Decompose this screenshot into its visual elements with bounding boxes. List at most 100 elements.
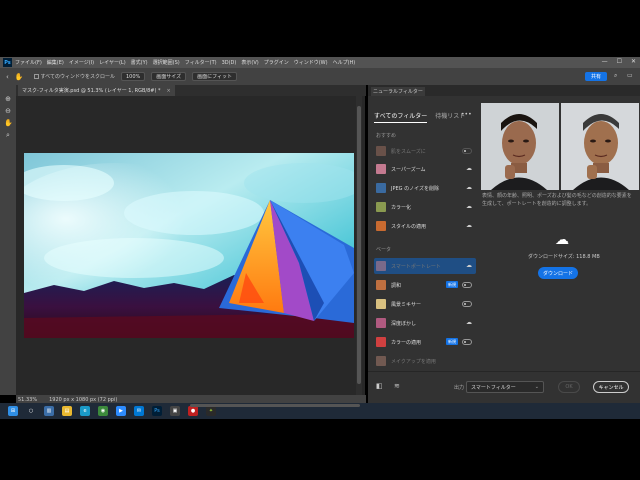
- cloud-download-icon[interactable]: ☁: [466, 184, 472, 191]
- filter-detail-pane: 表情、顔の年齢、照明、ポーズおよび髪の毛などの創造的な要素を生成して、ポートレー…: [478, 96, 640, 381]
- menu-type[interactable]: 書式(Y): [131, 59, 148, 66]
- filter-row-color-transfer[interactable]: カラーの適用 新規: [374, 334, 476, 350]
- tools-panel: ⊕ ⊖ ✋ ⌕: [0, 85, 16, 395]
- filter-label: 肌をスムーズに: [391, 148, 426, 155]
- menu-window[interactable]: ウィンドウ(W): [294, 59, 328, 66]
- filter-toggle[interactable]: [462, 282, 472, 288]
- windows-start-icon[interactable]: ⊞: [8, 406, 18, 416]
- mail-icon[interactable]: ✉: [134, 406, 144, 416]
- tab-all-filters[interactable]: すべてのフィルター: [374, 111, 428, 123]
- minimize-icon[interactable]: —: [602, 58, 608, 65]
- filter-row-style-transfer[interactable]: スタイルの適用 ☁: [374, 218, 476, 234]
- app-icon[interactable]: ✦: [206, 406, 216, 416]
- filter-row-harmonization[interactable]: 調和 新規: [374, 277, 476, 293]
- zoom-in-icon[interactable]: ⊕: [4, 95, 12, 103]
- menu-3d[interactable]: 3D(D): [222, 60, 237, 66]
- search-icon[interactable]: ⌕: [614, 72, 617, 80]
- fit-screen-button[interactable]: 画面サイズ: [151, 72, 187, 81]
- filter-label: スーパーズーム: [391, 166, 426, 173]
- output-select[interactable]: スマートフィルター ⌄: [466, 381, 544, 393]
- menu-image[interactable]: イメージ(I): [69, 59, 94, 66]
- filter-thumbnail: [376, 221, 386, 231]
- layers-icon[interactable]: ≋: [394, 382, 400, 390]
- cloud-download-icon[interactable]: ☁: [466, 203, 472, 210]
- recorder-icon[interactable]: ●: [188, 406, 198, 416]
- zoom-app-icon[interactable]: ▶: [116, 406, 126, 416]
- home-chevron-icon[interactable]: ‹: [6, 73, 9, 81]
- document-tab-bar: マスク-フィルタ実演.psd @ 51.3% (レイヤー 1, RGB/8#) …: [16, 85, 366, 96]
- filter-toggle[interactable]: [462, 148, 472, 154]
- filter-row-makeup-transfer[interactable]: メイクアップを適用: [374, 353, 476, 369]
- scroll-all-windows-label: すべてのウィンドウをスクロール: [40, 74, 115, 80]
- filter-thumbnail: [376, 202, 386, 212]
- task-view-icon[interactable]: ▥: [44, 406, 54, 416]
- filter-thumbnail: [376, 337, 386, 347]
- filter-label: カラーの適用: [391, 339, 422, 346]
- cloud-download-icon[interactable]: ☁: [466, 262, 472, 269]
- workspace-icon[interactable]: ▭: [627, 72, 633, 79]
- chrome-browser-icon[interactable]: ◉: [98, 406, 108, 416]
- app-icon[interactable]: ▣: [170, 406, 180, 416]
- filter-row-jpeg-artifacts[interactable]: JPEG のノイズを削除 ☁: [374, 180, 476, 196]
- cloud-download-icon[interactable]: ☁: [466, 165, 472, 172]
- document-image[interactable]: [24, 153, 354, 338]
- filter-row-super-zoom[interactable]: スーパーズーム ☁: [374, 161, 476, 177]
- windows-taskbar: ⊞ ○ ▥ ▤ e ◉ ▶ ✉ Ps ▣ ● ✦: [0, 403, 640, 419]
- filter-row-colorize[interactable]: カラー化 ☁: [374, 199, 476, 215]
- cloud-download-icon[interactable]: ☁: [466, 319, 472, 326]
- filter-row-landscape-mixer[interactable]: 風景ミキサー: [374, 296, 476, 312]
- menu-select[interactable]: 選択範囲(S): [153, 59, 180, 66]
- zoom-100-button[interactable]: 100%: [120, 72, 146, 81]
- portrait-before: [481, 103, 559, 190]
- cancel-button[interactable]: キャンセル: [593, 381, 629, 393]
- tent-landscape-image: [24, 153, 354, 338]
- show-preview-icon[interactable]: ◧: [376, 382, 383, 390]
- fill-screen-button[interactable]: 画面にフィット: [192, 72, 238, 81]
- menu-edit[interactable]: 編集(E): [47, 59, 64, 66]
- edge-browser-icon[interactable]: e: [80, 406, 90, 416]
- featured-section-label: おすすめ: [376, 133, 397, 139]
- hand-tool-icon[interactable]: ✋: [15, 73, 24, 81]
- filter-toggle[interactable]: [462, 301, 472, 307]
- checkbox-box[interactable]: [33, 74, 39, 79]
- hand-tool-icon[interactable]: ✋: [4, 119, 13, 127]
- cloud-download-icon[interactable]: ☁: [466, 222, 472, 229]
- share-button[interactable]: 共有: [585, 72, 607, 81]
- menu-filter[interactable]: フィルター(T): [185, 59, 217, 66]
- horizontal-scrollbar[interactable]: [190, 404, 360, 407]
- menu-file[interactable]: ファイル(F): [15, 59, 42, 66]
- photoshop-taskbar-icon[interactable]: Ps: [152, 406, 162, 416]
- filter-thumbnail: [376, 261, 386, 271]
- magnifier-icon[interactable]: ⌕: [4, 131, 12, 139]
- filter-toggle[interactable]: [462, 339, 472, 345]
- close-icon[interactable]: ✕: [631, 58, 636, 65]
- menu-layer[interactable]: レイヤー(L): [99, 59, 126, 66]
- scroll-all-windows-checkbox[interactable]: すべてのウィンドウをスクロール: [33, 73, 115, 80]
- document-tab[interactable]: マスク-フィルタ実演.psd @ 51.3% (レイヤー 1, RGB/8#) …: [18, 85, 175, 96]
- filter-row-smart-portrait[interactable]: スマートポートレート ☁: [374, 258, 476, 274]
- filter-label: 深度ぼかし: [391, 320, 417, 327]
- ok-button[interactable]: OK: [558, 381, 580, 393]
- menu-help[interactable]: ヘルプ(H): [333, 59, 356, 66]
- close-tab-icon[interactable]: ×: [167, 88, 171, 94]
- more-options-icon[interactable]: •••: [461, 111, 472, 118]
- vertical-scrollbar[interactable]: [356, 96, 362, 395]
- search-icon[interactable]: ○: [26, 406, 36, 416]
- menu-view[interactable]: 表示(V): [241, 59, 258, 66]
- filter-thumbnail: [376, 356, 386, 366]
- filter-row-skin-smoothing[interactable]: 肌をスムーズに: [374, 143, 476, 159]
- maximize-icon[interactable]: ☐: [617, 58, 622, 65]
- preview-after-image: [561, 103, 639, 190]
- filter-row-depth-blur[interactable]: 深度ぼかし ☁: [374, 315, 476, 331]
- new-badge: 新規: [446, 281, 458, 288]
- menu-plugins[interactable]: プラグイン: [264, 59, 289, 66]
- filter-description: 表情、顔の年齢、照明、ポーズおよび髪の毛などの創造的な要素を生成して、ポートレー…: [482, 193, 632, 207]
- portrait-after: [561, 103, 639, 190]
- filter-label: JPEG のノイズを削除: [391, 185, 439, 192]
- document-tab-title: マスク-フィルタ実演.psd @ 51.3% (レイヤー 1, RGB/8#) …: [22, 88, 161, 94]
- scrollbar-thumb[interactable]: [357, 106, 361, 384]
- download-button[interactable]: ダウンロード: [538, 267, 578, 279]
- zoom-out-icon[interactable]: ⊖: [4, 107, 12, 115]
- file-explorer-icon[interactable]: ▤: [62, 406, 72, 416]
- filter-label: 調和: [391, 282, 402, 289]
